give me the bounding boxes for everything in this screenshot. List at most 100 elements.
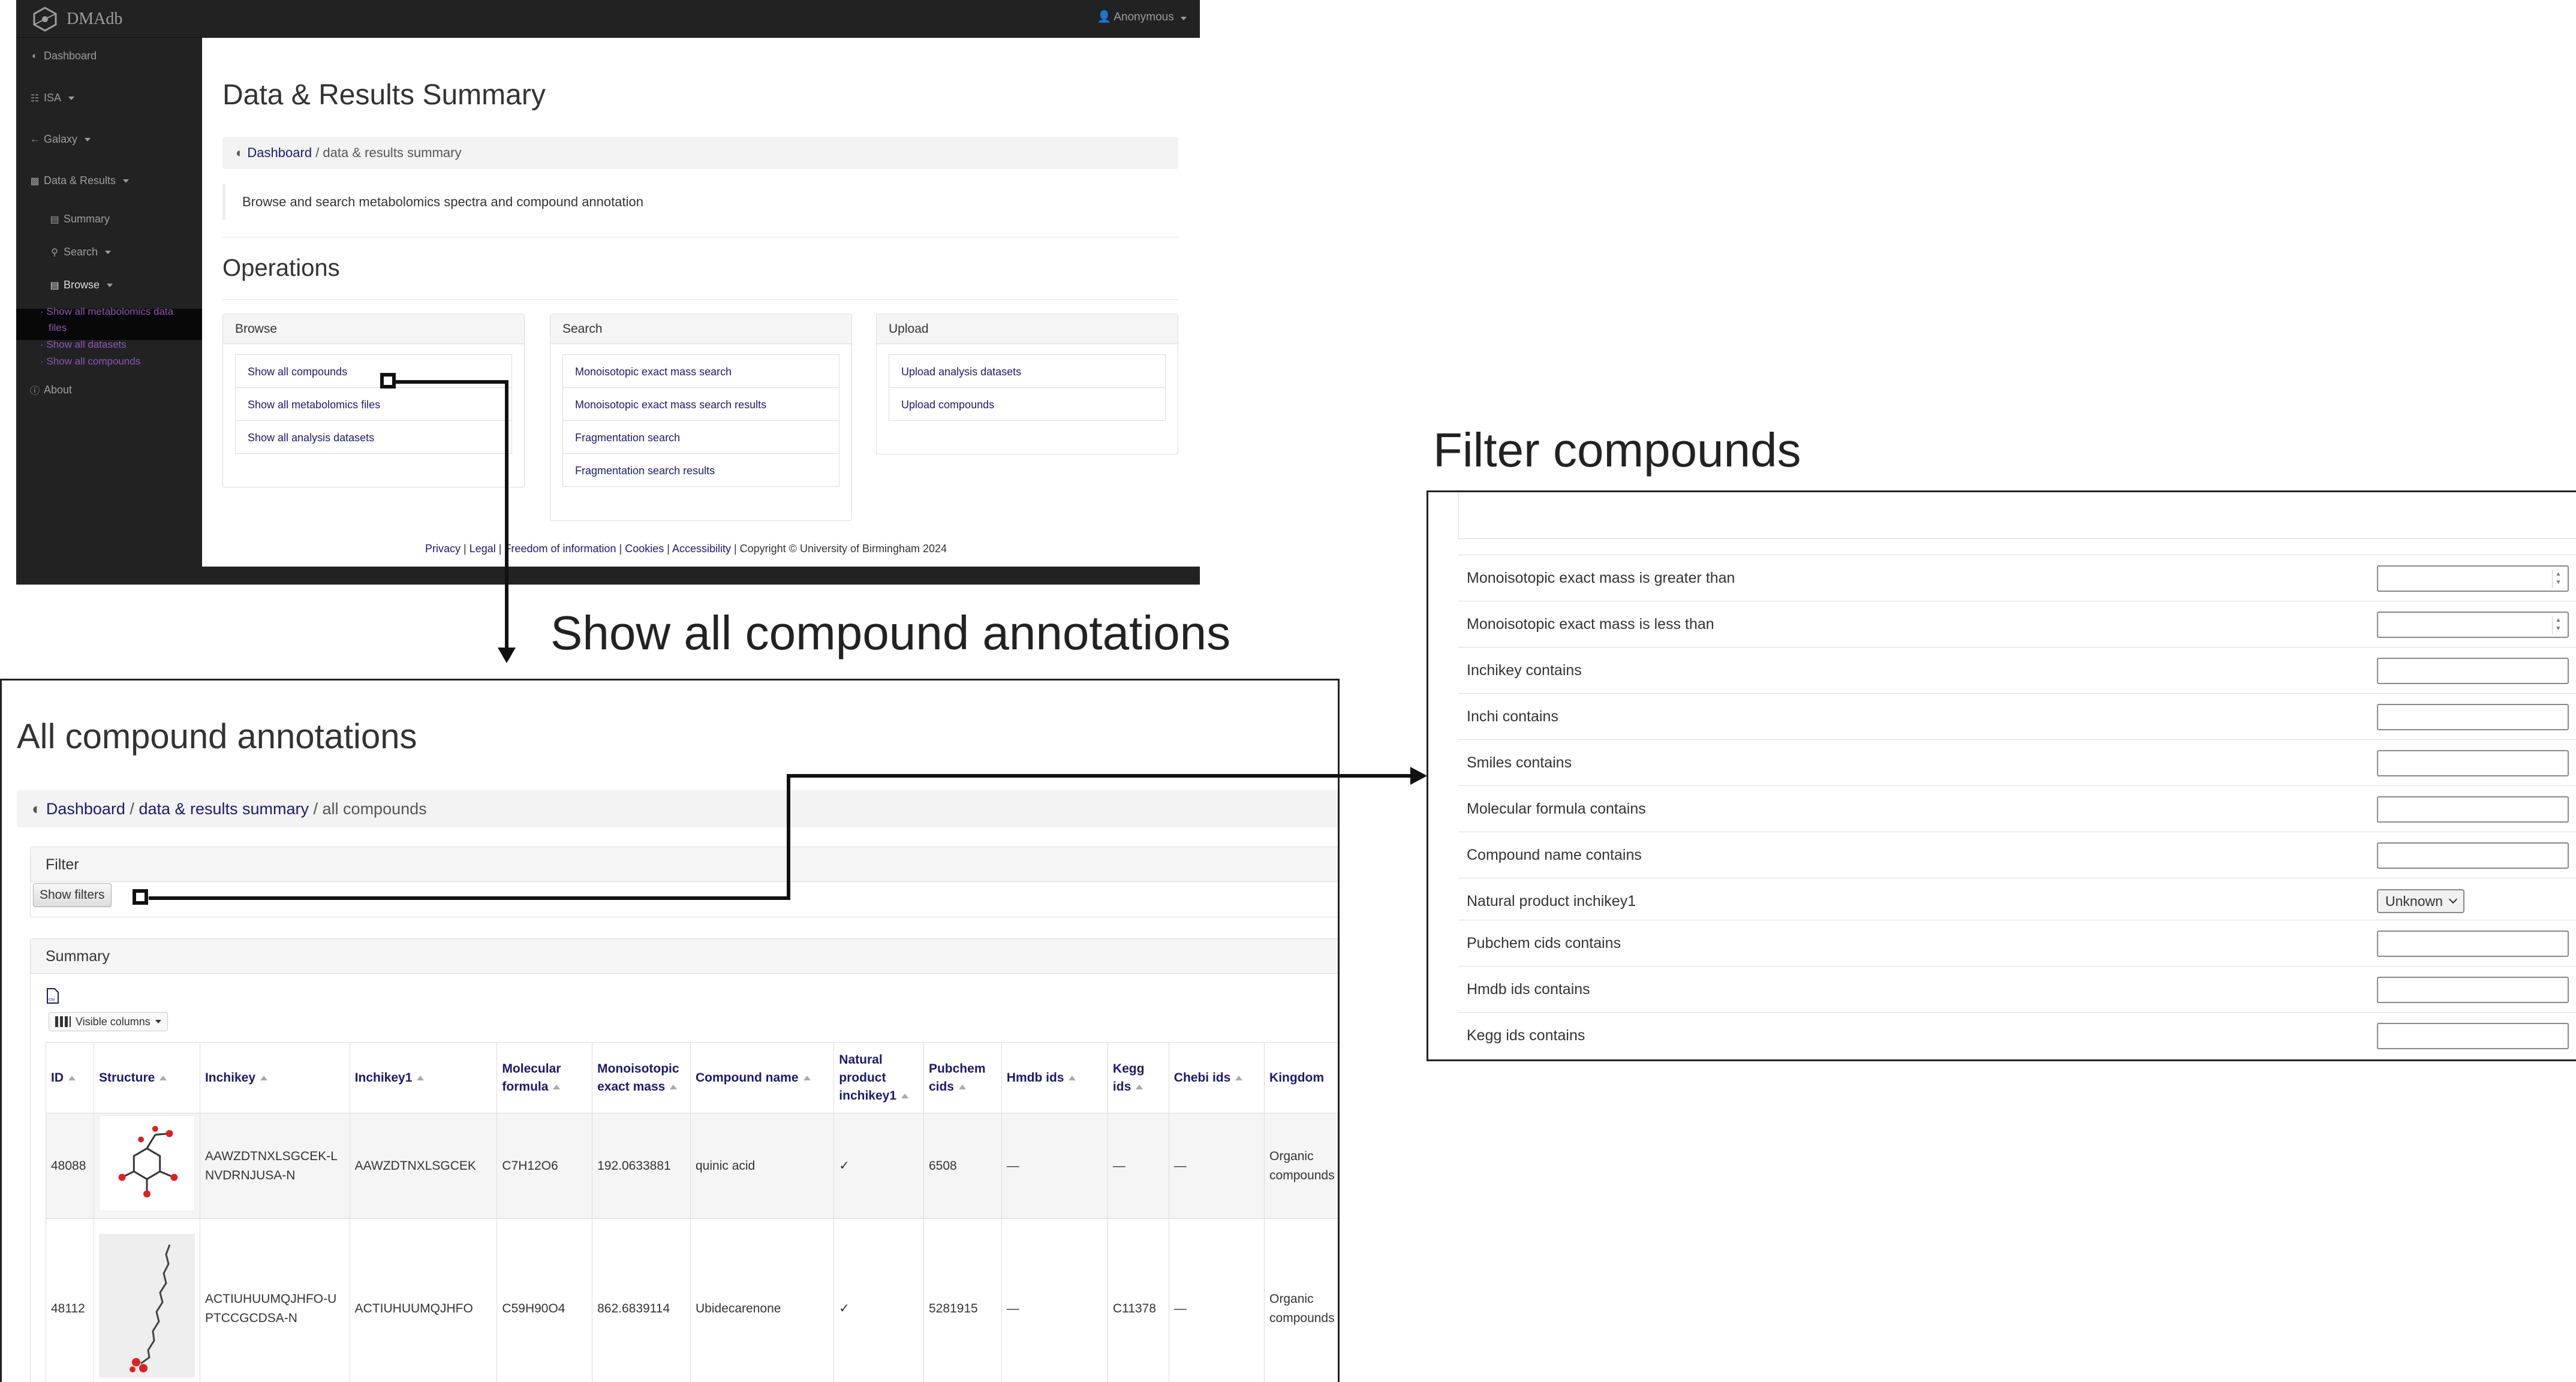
browse-card: Browse Show all compounds Show all metab…	[222, 314, 525, 487]
chevron-down-icon	[68, 96, 75, 100]
column-header-pubchem[interactable]: Pubchem cids	[923, 1042, 1002, 1113]
sidebar-item-galaxy[interactable]: ← Galaxy	[29, 133, 91, 146]
chevron-down-icon	[155, 1020, 161, 1023]
column-header-inchikey[interactable]: Inchikey	[199, 1042, 350, 1113]
text-input[interactable]	[2377, 842, 2569, 869]
column-header-kegg[interactable]: Kegg ids	[1107, 1042, 1169, 1113]
cell-pubchem: 6508	[923, 1113, 1002, 1219]
structure-image	[98, 1115, 195, 1211]
sidebar-item-isa[interactable]: ☷ ISA	[29, 92, 75, 104]
cell-id: 48112	[46, 1218, 94, 1382]
text-input[interactable]	[2377, 704, 2569, 730]
fragmentation-search-results-link[interactable]: Fragmentation search results	[562, 453, 839, 487]
top-navbar: DMAdb 👤 Anonymous	[16, 0, 1200, 38]
text-input[interactable]	[2377, 750, 2569, 776]
column-header-hmdb[interactable]: Hmdb ids	[1001, 1042, 1108, 1113]
sidebar-link-datasets[interactable]: · Show all datasets	[40, 336, 127, 353]
show-filters-button[interactable]: Show filters	[33, 883, 112, 907]
upload-compounds-link[interactable]: Upload compounds	[889, 387, 1166, 421]
show-all-analysis-datasets-link[interactable]: Show all analysis datasets	[235, 420, 512, 454]
table-row[interactable]: 48112 ACTIUHUUMQJHFO-UPTCCGCDSA-N ACTIUH…	[46, 1218, 1338, 1382]
column-header-name[interactable]: Compound name	[690, 1042, 835, 1113]
column-header-formula[interactable]: Molecular formula	[496, 1042, 593, 1113]
mass-search-link[interactable]: Monoisotopic exact mass search	[562, 354, 839, 388]
bullet-icon: ·	[40, 306, 44, 317]
sidebar-item-search[interactable]: ⚲ Search	[49, 246, 112, 258]
breadcrumb-summary-link[interactable]: data & results summary	[139, 800, 309, 818]
connector-line	[505, 380, 508, 650]
column-header-natural[interactable]: Natural product inchikey1	[833, 1042, 924, 1113]
table-row[interactable]: 48088 AAWZDTNXLSGCEK-LNVDRNJUSA-N AAWZDT…	[46, 1113, 1338, 1219]
search-icon: ⚲	[51, 247, 58, 258]
column-header-mass[interactable]: Monoisotopic exact mass	[592, 1042, 691, 1113]
dashboard-icon: ◐	[236, 145, 244, 160]
text-input[interactable]	[2377, 796, 2569, 823]
column-header-structure[interactable]: Structure	[93, 1042, 200, 1113]
click-marker	[133, 889, 148, 905]
text-input[interactable]	[2377, 658, 2569, 684]
sidebar-item-data-results[interactable]: ▩ Data & Results	[29, 174, 130, 187]
chevron-down-icon	[105, 250, 112, 254]
chevron-down-icon	[107, 283, 113, 287]
cell-hmdb: —	[1001, 1113, 1108, 1219]
brand-name: DMAdb	[67, 10, 123, 28]
accessibility-link[interactable]: Accessibility	[672, 543, 731, 555]
breadcrumb: ◐ Dashboard / data & results summary	[222, 137, 1178, 169]
column-header-inchikey1[interactable]: Inchikey1	[349, 1042, 498, 1113]
upload-analysis-datasets-link[interactable]: Upload analysis datasets	[889, 354, 1166, 388]
sort-icon	[959, 1084, 966, 1089]
breadcrumb-dashboard-link[interactable]: Dashboard	[46, 800, 125, 818]
columns-icon	[55, 1016, 71, 1027]
card-title: Browse	[223, 314, 524, 344]
sidebar-item-about[interactable]: ⓘ About	[29, 383, 72, 397]
summary-panel: Summary csv Visible columns ID Structure…	[30, 938, 1338, 1382]
spinner-icon[interactable]: ▲ ▼	[2552, 570, 2564, 588]
filter-header: Filter	[31, 847, 1338, 882]
bullet-icon: ·	[40, 356, 44, 367]
filter-row: Molecular formula contains	[1458, 785, 2576, 832]
number-input[interactable]: ▲ ▼	[2377, 612, 2569, 638]
sidebar-item-dashboard[interactable]: ◐ Dashboard	[29, 50, 97, 62]
text-input[interactable]	[2377, 1023, 2569, 1049]
cell-inchikey: ACTIUHUUMQJHFO-UPTCCGCDSA-N	[199, 1218, 350, 1382]
legal-link[interactable]: Legal	[470, 543, 496, 555]
column-header-chebi[interactable]: Chebi ids	[1168, 1042, 1265, 1113]
mass-search-results-link[interactable]: Monoisotopic exact mass search results	[562, 387, 839, 421]
sidebar-link-metabolomics-files[interactable]: · Show all metabolomics data files	[40, 303, 173, 336]
spinner-icon[interactable]: ▲ ▼	[2552, 616, 2564, 634]
upload-card: Upload Upload analysis datasets Upload c…	[876, 314, 1178, 454]
sidebar-link-label: Show all datasets	[46, 339, 127, 350]
breadcrumb-dashboard-link[interactable]: Dashboard	[247, 145, 312, 160]
cookies-link[interactable]: Cookies	[625, 543, 664, 555]
dashboard-icon: ◐	[32, 50, 38, 61]
sidebar-item-summary[interactable]: ▤ Summary	[49, 213, 110, 225]
sidebar-link-compounds[interactable]: · Show all compounds	[40, 353, 140, 369]
sidebar-item-browse[interactable]: ▤ Browse	[49, 279, 113, 291]
fragmentation-search-link[interactable]: Fragmentation search	[562, 420, 839, 454]
privacy-link[interactable]: Privacy	[425, 543, 461, 555]
column-header-kingdom[interactable]: Kingdom	[1264, 1042, 1338, 1113]
text-input[interactable]	[2377, 977, 2569, 1003]
user-menu[interactable]: 👤 Anonymous	[1097, 10, 1187, 24]
bar-chart-icon: ▩	[30, 176, 40, 186]
sidebar-link-label: Show all compounds	[46, 356, 141, 367]
filter-row: Pubchem cids contains	[1458, 920, 2576, 966]
sort-icon	[553, 1084, 561, 1089]
visible-columns-button[interactable]: Visible columns	[49, 1012, 168, 1031]
cell-kegg: C11378	[1107, 1218, 1169, 1382]
text-input[interactable]	[2377, 931, 2569, 957]
natural-product-select[interactable]: Unknown	[2377, 889, 2464, 913]
cell-natural: ✓	[833, 1113, 924, 1219]
show-all-metabolomics-files-link[interactable]: Show all metabolomics files	[235, 387, 512, 421]
filter-row: Natural product inchikey1 Unknown	[1458, 878, 2576, 924]
number-input[interactable]: ▲ ▼	[2377, 565, 2569, 592]
column-header-id[interactable]: ID	[46, 1042, 94, 1113]
foi-link[interactable]: Freedom of information	[504, 543, 616, 555]
brand[interactable]: DMAdb	[28, 6, 122, 32]
dashboard-icon: ◐	[32, 800, 42, 818]
cell-inchikey: AAWZDTNXLSGCEK-LNVDRNJUSA-N	[199, 1113, 350, 1219]
arrow-left-icon: ←	[30, 134, 40, 144]
filter-screenshot: Monoisotopic exact mass is greater than ▲…	[1427, 490, 2576, 1061]
sort-icon	[260, 1075, 267, 1080]
csv-export-icon[interactable]: csv	[46, 988, 59, 1004]
